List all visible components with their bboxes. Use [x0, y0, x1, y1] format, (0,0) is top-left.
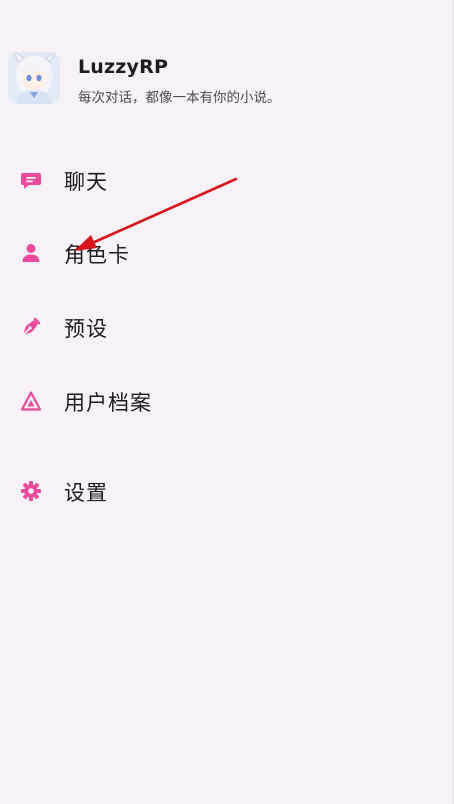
chat-bubble-icon: [20, 169, 42, 191]
nav-item-presets[interactable]: 预设: [0, 302, 440, 352]
drawer-header: LuzzyRP 每次对话，都像一本有你的小说。: [8, 52, 438, 108]
triangle-profile-icon: [20, 390, 42, 412]
avatar: [8, 52, 60, 104]
gear-icon: [20, 480, 42, 502]
nav-item-user-profile[interactable]: 用户档案: [0, 376, 440, 426]
nav-item-settings[interactable]: 设置: [0, 466, 440, 516]
person-icon: [20, 242, 42, 264]
app-tagline: 每次对话，都像一本有你的小说。: [78, 90, 281, 106]
navigation-drawer: LuzzyRP 每次对话，都像一本有你的小说。 聊天 角色卡 预设 用户档案 设…: [0, 0, 454, 804]
app-name: LuzzyRP: [78, 56, 169, 78]
nav-item-character-cards[interactable]: 角色卡: [0, 228, 440, 278]
nav-item-label: 角色卡: [64, 243, 130, 267]
nav-item-label: 聊天: [64, 170, 108, 194]
nav-item-label: 设置: [64, 481, 108, 505]
nav-item-label: 用户档案: [64, 391, 152, 415]
pen-nib-icon: [20, 316, 42, 338]
nav-item-chat[interactable]: 聊天: [0, 155, 440, 205]
nav-item-label: 预设: [64, 317, 108, 341]
